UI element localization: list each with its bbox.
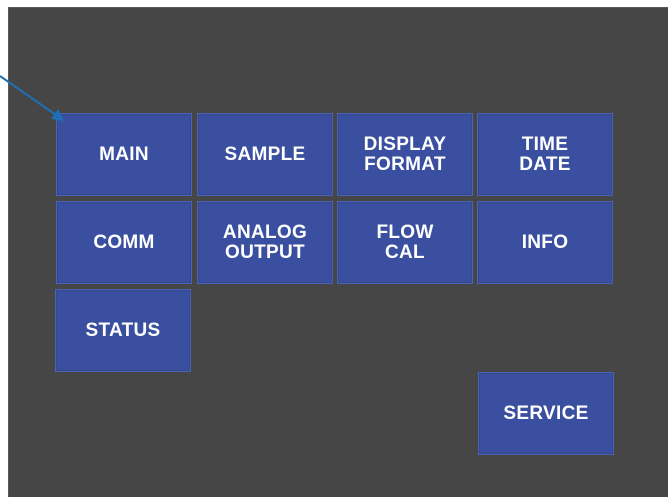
analog-output-button[interactable]: ANALOG OUTPUT bbox=[197, 201, 333, 284]
service-button[interactable]: SERVICE bbox=[478, 372, 614, 455]
flow-cal-button[interactable]: FLOW CAL bbox=[337, 201, 473, 284]
status-button[interactable]: STATUS bbox=[55, 289, 191, 372]
main-button[interactable]: MAIN bbox=[56, 113, 192, 196]
sample-button[interactable]: SAMPLE bbox=[197, 113, 333, 196]
page-frame: MAIN SAMPLE DISPLAY FORMAT TIME DATE COM… bbox=[0, 0, 668, 497]
time-date-button[interactable]: TIME DATE bbox=[477, 113, 613, 196]
info-button[interactable]: INFO bbox=[477, 201, 613, 284]
comm-button[interactable]: COMM bbox=[56, 201, 192, 284]
display-format-button[interactable]: DISPLAY FORMAT bbox=[337, 113, 473, 196]
